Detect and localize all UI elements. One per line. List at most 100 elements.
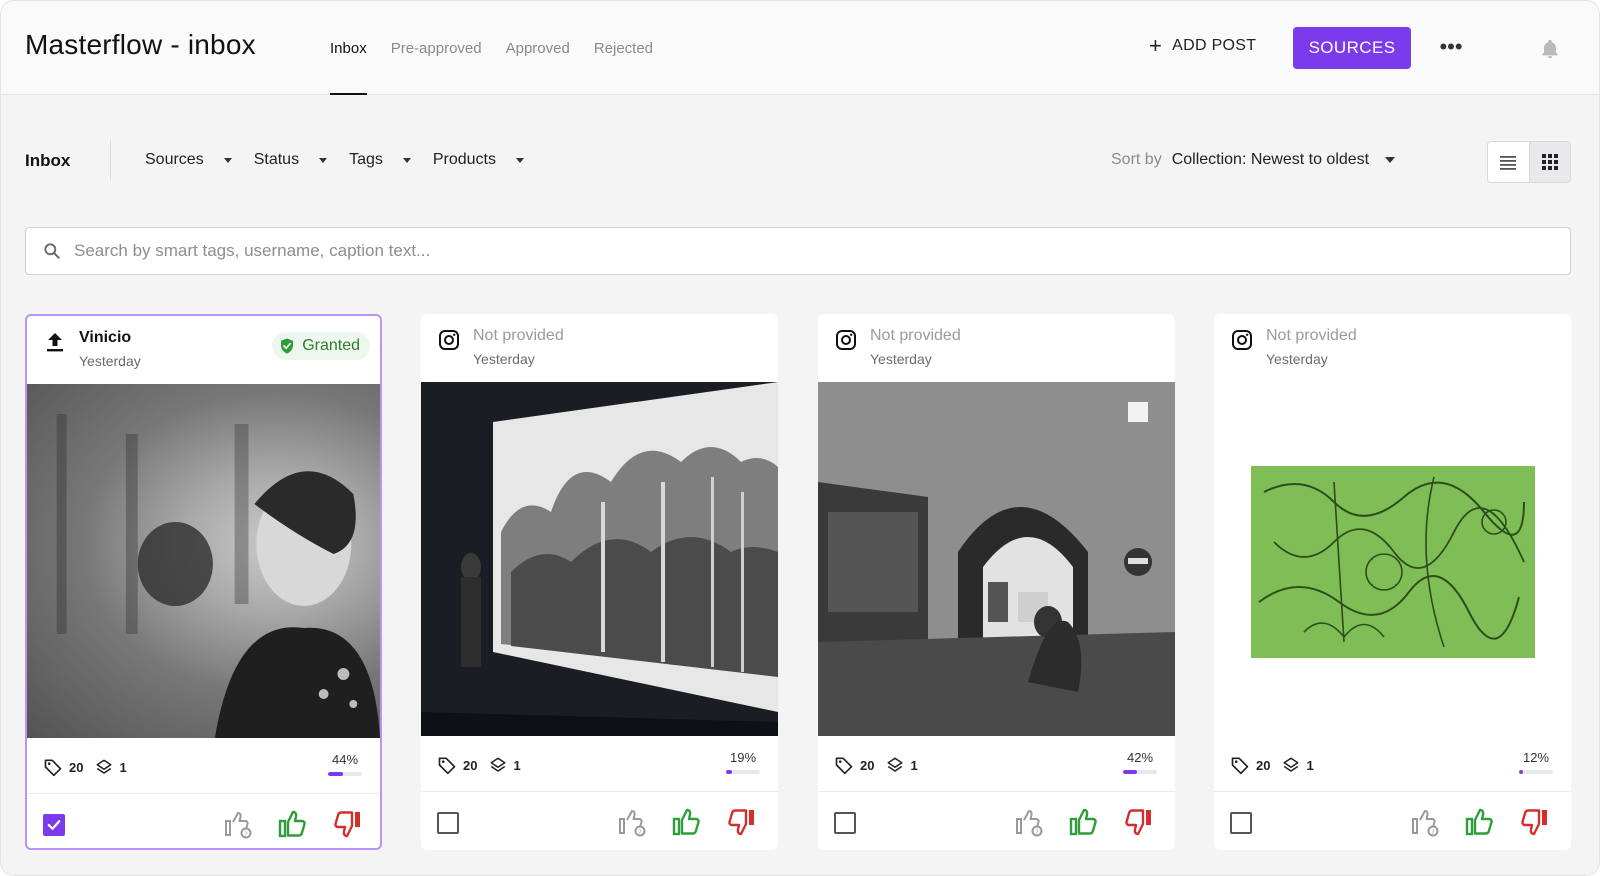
bell-icon[interactable] bbox=[1539, 37, 1561, 61]
card-actions: ? bbox=[818, 792, 1175, 850]
add-post-label: ADD POST bbox=[1172, 37, 1257, 54]
sort-control[interactable]: Sort by Collection: Newest to oldest bbox=[1111, 151, 1396, 169]
post-card[interactable]: Vinicio Yesterday Granted 20 1 44% ? bbox=[25, 314, 382, 850]
reject-icon[interactable] bbox=[331, 808, 363, 840]
card-stats: 20 1 44% bbox=[27, 738, 380, 794]
pre-approve-icon[interactable]: ? bbox=[617, 806, 649, 838]
layers-icon bbox=[1282, 756, 1300, 774]
score-bar-fill bbox=[1123, 770, 1138, 774]
caret-down-icon bbox=[516, 157, 524, 163]
score-percent: 42% bbox=[1126, 750, 1154, 765]
tab-rejected[interactable]: Rejected bbox=[582, 1, 665, 95]
score-bar-fill bbox=[328, 772, 343, 776]
select-checkbox[interactable] bbox=[437, 812, 459, 834]
card-stats: 20 1 19% bbox=[421, 736, 778, 792]
post-card[interactable]: Not provided Yesterday 20 1 42% ? bbox=[818, 314, 1175, 850]
filter-dropdowns: Sources Status Tags Products bbox=[145, 151, 546, 169]
tab-approved[interactable]: Approved bbox=[494, 1, 582, 95]
post-card[interactable]: Not provided Yesterday 20 bbox=[421, 314, 778, 850]
select-checkbox[interactable] bbox=[1230, 812, 1252, 834]
svg-text:?: ? bbox=[638, 828, 641, 836]
search-icon bbox=[44, 243, 60, 259]
search-input[interactable] bbox=[74, 228, 1554, 274]
post-card[interactable]: Not provided Yesterday 20 bbox=[1214, 314, 1571, 850]
score-percent: 44% bbox=[331, 752, 359, 767]
sort-value[interactable]: Collection: Newest to oldest bbox=[1172, 151, 1369, 169]
tag-count: 20 bbox=[860, 757, 875, 773]
tab-pre-approved[interactable]: Pre-approved bbox=[379, 1, 494, 95]
search-bar bbox=[25, 227, 1571, 275]
filter-status-dropdown[interactable]: Status bbox=[254, 151, 328, 169]
pre-approve-icon[interactable]: ? bbox=[223, 808, 255, 840]
reject-icon[interactable] bbox=[1518, 806, 1550, 838]
svg-text:?: ? bbox=[1035, 828, 1038, 836]
score-bar bbox=[328, 772, 362, 776]
card-username[interactable]: Not provided bbox=[870, 327, 961, 345]
approve-icon[interactable] bbox=[1464, 806, 1496, 838]
card-meta: 20 1 bbox=[43, 757, 139, 777]
forest-artwork-photo bbox=[421, 382, 778, 736]
card-username[interactable]: Not provided bbox=[473, 327, 564, 345]
card-stats: 20 1 12% bbox=[1214, 736, 1571, 792]
score-bar bbox=[1123, 770, 1157, 774]
post-image[interactable] bbox=[1214, 382, 1571, 736]
reject-icon[interactable] bbox=[1122, 806, 1154, 838]
card-meta: 20 1 bbox=[437, 755, 533, 775]
grid-view-icon bbox=[1541, 154, 1558, 170]
tab-inbox[interactable]: Inbox bbox=[318, 1, 379, 95]
add-post-button[interactable]: + ADD POST bbox=[1149, 35, 1256, 57]
card-username[interactable]: Vinicio bbox=[79, 329, 131, 347]
layers-icon bbox=[886, 756, 904, 774]
filter-tags-dropdown[interactable]: Tags bbox=[349, 151, 411, 169]
badge-label: Granted bbox=[302, 337, 360, 354]
tag-icon bbox=[43, 757, 63, 777]
score-percent: 12% bbox=[1522, 750, 1550, 765]
sources-button[interactable]: SOURCES bbox=[1293, 27, 1411, 69]
tag-icon bbox=[834, 755, 854, 775]
card-username[interactable]: Not provided bbox=[1266, 327, 1357, 345]
pre-approve-icon[interactable]: ? bbox=[1410, 806, 1442, 838]
select-checkbox[interactable] bbox=[834, 812, 856, 834]
card-actions: ? bbox=[1214, 792, 1571, 850]
card-header: Not provided Yesterday bbox=[818, 314, 1175, 382]
card-header: Not provided Yesterday bbox=[421, 314, 778, 382]
post-image[interactable] bbox=[27, 384, 380, 738]
approve-icon[interactable] bbox=[277, 808, 309, 840]
approve-icon[interactable] bbox=[671, 806, 703, 838]
instagram-icon bbox=[439, 330, 459, 350]
card-meta: 20 1 bbox=[1230, 755, 1326, 775]
plus-icon: + bbox=[1149, 33, 1163, 58]
score-bar bbox=[726, 770, 760, 774]
list-view-icon bbox=[1500, 156, 1517, 170]
card-stats: 20 1 42% bbox=[818, 736, 1175, 792]
filter-section-label: Inbox bbox=[25, 151, 71, 170]
page-title: Masterflow - inbox bbox=[25, 29, 256, 60]
app-frame: Masterflow - inbox Inbox Pre-approved Ap… bbox=[0, 0, 1600, 876]
filter-sources-dropdown[interactable]: Sources bbox=[145, 151, 232, 169]
list-view-button[interactable] bbox=[1488, 142, 1529, 182]
card-actions: ? bbox=[421, 792, 778, 850]
reject-icon[interactable] bbox=[725, 806, 757, 838]
post-image[interactable] bbox=[421, 382, 778, 736]
approve-icon[interactable] bbox=[1068, 806, 1100, 838]
card-date: Yesterday bbox=[1266, 351, 1328, 367]
select-checkbox[interactable] bbox=[43, 814, 65, 836]
card-actions: ? bbox=[27, 794, 380, 848]
upload-icon bbox=[47, 333, 63, 352]
tag-count: 20 bbox=[69, 759, 84, 775]
post-image[interactable] bbox=[818, 382, 1175, 736]
card-date: Yesterday bbox=[473, 351, 535, 367]
grid-view-button[interactable] bbox=[1528, 142, 1570, 182]
card-header: Not provided Yesterday bbox=[1214, 314, 1571, 382]
tag-icon bbox=[1230, 755, 1250, 775]
layer-count: 1 bbox=[1306, 757, 1314, 773]
shield-check-icon bbox=[281, 338, 294, 354]
filter-products-dropdown[interactable]: Products bbox=[433, 151, 524, 169]
filter-products-label: Products bbox=[432, 151, 496, 168]
layer-count: 1 bbox=[119, 759, 127, 775]
more-options-button[interactable]: ••• bbox=[1439, 31, 1463, 63]
score-bar-fill bbox=[726, 770, 733, 774]
card-date: Yesterday bbox=[79, 353, 141, 369]
pre-approve-icon[interactable]: ? bbox=[1014, 806, 1046, 838]
tag-count: 20 bbox=[463, 757, 478, 773]
